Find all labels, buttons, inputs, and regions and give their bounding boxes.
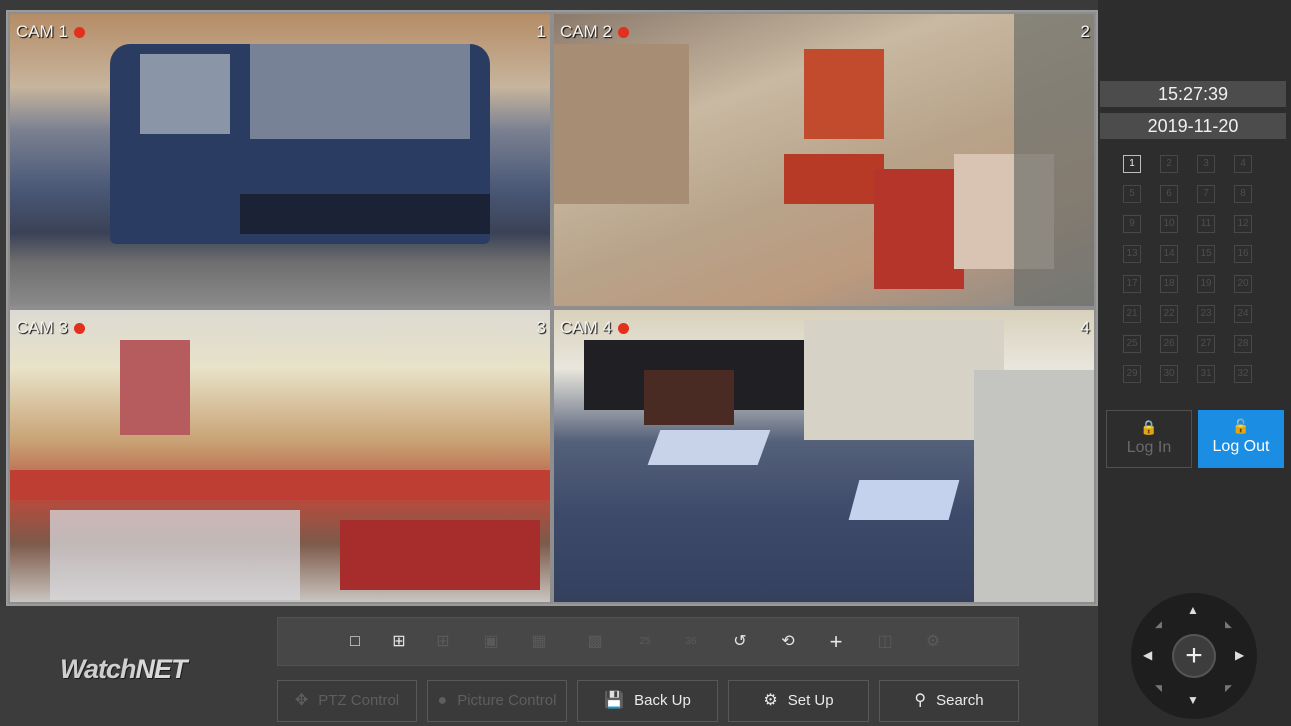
logout-button[interactable]: 🔓 Log Out bbox=[1198, 410, 1284, 468]
layout-16-icon[interactable]: ▩ bbox=[584, 631, 606, 653]
channel-button-15[interactable]: 15 bbox=[1197, 245, 1215, 263]
channel-button-7[interactable]: 7 bbox=[1197, 185, 1215, 203]
snapshot-settings-icon[interactable]: ⚙ bbox=[922, 631, 944, 653]
ptz-down-icon[interactable]: ▼ bbox=[1187, 693, 1199, 707]
recording-indicator-icon bbox=[73, 323, 85, 335]
camera-label: CAM 2 bbox=[560, 22, 629, 42]
channel-button-9[interactable]: 9 bbox=[1123, 215, 1141, 233]
add-icon[interactable]: + bbox=[825, 631, 847, 653]
channel-button-22[interactable]: 22 bbox=[1160, 305, 1178, 323]
channel-button-16[interactable]: 16 bbox=[1234, 245, 1252, 263]
channel-button-10[interactable]: 10 bbox=[1160, 215, 1178, 233]
clock-date: 2019-11-20 bbox=[1100, 113, 1286, 139]
channel-button-6[interactable]: 6 bbox=[1160, 185, 1178, 203]
logout-label: Log Out bbox=[1212, 438, 1270, 455]
channel-button-13[interactable]: 13 bbox=[1123, 245, 1141, 263]
channel-button-30[interactable]: 30 bbox=[1160, 365, 1178, 383]
picture-control-button[interactable]: ● Picture Control bbox=[427, 680, 567, 722]
ptz-up-right-icon[interactable]: ◣ bbox=[1225, 619, 1232, 630]
login-label: Log In bbox=[1126, 439, 1172, 456]
layout-36-icon[interactable]: 36 bbox=[680, 631, 702, 653]
clock-time: 15:27:39 bbox=[1100, 81, 1286, 107]
channel-button-28[interactable]: 28 bbox=[1234, 335, 1252, 353]
ptz-right-icon[interactable]: ▶ bbox=[1235, 648, 1244, 662]
layout-25-icon[interactable]: 25 bbox=[634, 631, 656, 653]
recording-indicator-icon bbox=[73, 27, 85, 39]
gear-icon: ⚙ bbox=[763, 692, 778, 709]
layout-4-icon[interactable]: ⊞ bbox=[388, 631, 410, 653]
unlock-icon: 🔓 bbox=[1232, 418, 1250, 434]
channel-button-18[interactable]: 18 bbox=[1160, 275, 1178, 293]
camera-number: 2 bbox=[1080, 22, 1090, 41]
ptz-joystick[interactable]: ▲ ▼ ◀ ▶ ◢ ◣ ◥ ◤ + bbox=[1131, 593, 1257, 719]
rotate-icon[interactable]: ↺ bbox=[729, 631, 751, 653]
channel-button-12[interactable]: 12 bbox=[1234, 215, 1252, 233]
channel-button-21[interactable]: 21 bbox=[1123, 305, 1141, 323]
camera-view-3[interactable]: CAM 3 3 bbox=[8, 308, 552, 604]
camera-view-1[interactable]: CAM 1 1 bbox=[8, 12, 552, 308]
watchnet-logo: WatchNET bbox=[60, 654, 188, 684]
channel-button-5[interactable]: 5 bbox=[1123, 185, 1141, 203]
channel-button-14[interactable]: 14 bbox=[1160, 245, 1178, 263]
camera-label: CAM 3 bbox=[16, 318, 85, 338]
channel-button-23[interactable]: 23 bbox=[1197, 305, 1215, 323]
camera-view-2[interactable]: CAM 2 2 bbox=[552, 12, 1096, 308]
channel-button-27[interactable]: 27 bbox=[1197, 335, 1215, 353]
channel-button-26[interactable]: 26 bbox=[1160, 335, 1178, 353]
recording-indicator-icon bbox=[617, 27, 629, 39]
auto-sequence-icon[interactable]: ⟲ bbox=[777, 631, 799, 653]
snapshot-icon[interactable]: ◫ bbox=[874, 631, 896, 653]
search-button[interactable]: ⚲ Search bbox=[879, 680, 1019, 722]
ptz-down-right-icon[interactable]: ◤ bbox=[1225, 683, 1232, 694]
search-icon: ⚲ bbox=[914, 692, 927, 709]
lock-icon: 🔒 bbox=[1140, 419, 1158, 435]
camera-view-4[interactable]: CAM 4 4 bbox=[552, 308, 1096, 604]
setup-button[interactable]: ⚙ Set Up bbox=[728, 680, 869, 722]
backup-button[interactable]: 💾 Back Up bbox=[577, 680, 718, 722]
ptz-center-plus-icon[interactable]: + bbox=[1172, 634, 1216, 678]
channel-button-20[interactable]: 20 bbox=[1234, 275, 1252, 293]
channel-button-4[interactable]: 4 bbox=[1234, 155, 1252, 173]
layout-9-icon[interactable]: ▦ bbox=[528, 631, 550, 653]
ptz-left-icon[interactable]: ◀ bbox=[1143, 648, 1152, 662]
ptz-up-icon[interactable]: ▲ bbox=[1187, 603, 1199, 617]
channel-button-29[interactable]: 29 bbox=[1123, 365, 1141, 383]
layout-6-icon[interactable]: ⊞ bbox=[432, 631, 454, 653]
channel-button-19[interactable]: 19 bbox=[1197, 275, 1215, 293]
channel-button-24[interactable]: 24 bbox=[1234, 305, 1252, 323]
login-button[interactable]: 🔒 Log In bbox=[1106, 410, 1192, 468]
camera-label: CAM 1 bbox=[16, 22, 85, 42]
recording-indicator-icon bbox=[617, 323, 629, 335]
camera-number: 3 bbox=[536, 318, 546, 337]
channel-button-17[interactable]: 17 bbox=[1123, 275, 1141, 293]
ptz-down-left-icon[interactable]: ◥ bbox=[1155, 683, 1162, 694]
video-grid: CAM 1 1 CAM 2 2 CAM 3 3 CAM 4 4 bbox=[6, 10, 1098, 606]
camera-number: 1 bbox=[536, 22, 546, 41]
layout-8-icon[interactable]: ▣ bbox=[480, 631, 502, 653]
layout-1-icon[interactable]: □ bbox=[344, 631, 366, 653]
channel-button-25[interactable]: 25 bbox=[1123, 335, 1141, 353]
channel-button-2[interactable]: 2 bbox=[1160, 155, 1178, 173]
ptz-control-button[interactable]: ✥ PTZ Control bbox=[277, 680, 417, 722]
layout-toolbar: □ ⊞ ⊞ ▣ ▦ ▩ 25 36 ↺ ⟲ + ◫ ⚙ bbox=[277, 617, 1019, 666]
camera-label: CAM 4 bbox=[560, 318, 629, 338]
channel-button-31[interactable]: 31 bbox=[1197, 365, 1215, 383]
ptz-icon: ✥ bbox=[294, 692, 309, 709]
channel-button-32[interactable]: 32 bbox=[1234, 365, 1252, 383]
channel-button-1[interactable]: 1 bbox=[1123, 155, 1141, 173]
channel-button-3[interactable]: 3 bbox=[1197, 155, 1215, 173]
palette-icon: ● bbox=[437, 692, 448, 709]
save-icon: 💾 bbox=[604, 692, 625, 709]
channel-button-8[interactable]: 8 bbox=[1234, 185, 1252, 203]
channel-button-11[interactable]: 11 bbox=[1197, 215, 1215, 233]
camera-number: 4 bbox=[1080, 318, 1090, 337]
ptz-up-left-icon[interactable]: ◢ bbox=[1155, 619, 1162, 630]
bottom-bar: WatchNET □ ⊞ ⊞ ▣ ▦ ▩ 25 36 ↺ ⟲ + ◫ ⚙ ✥ PT… bbox=[0, 606, 1098, 726]
